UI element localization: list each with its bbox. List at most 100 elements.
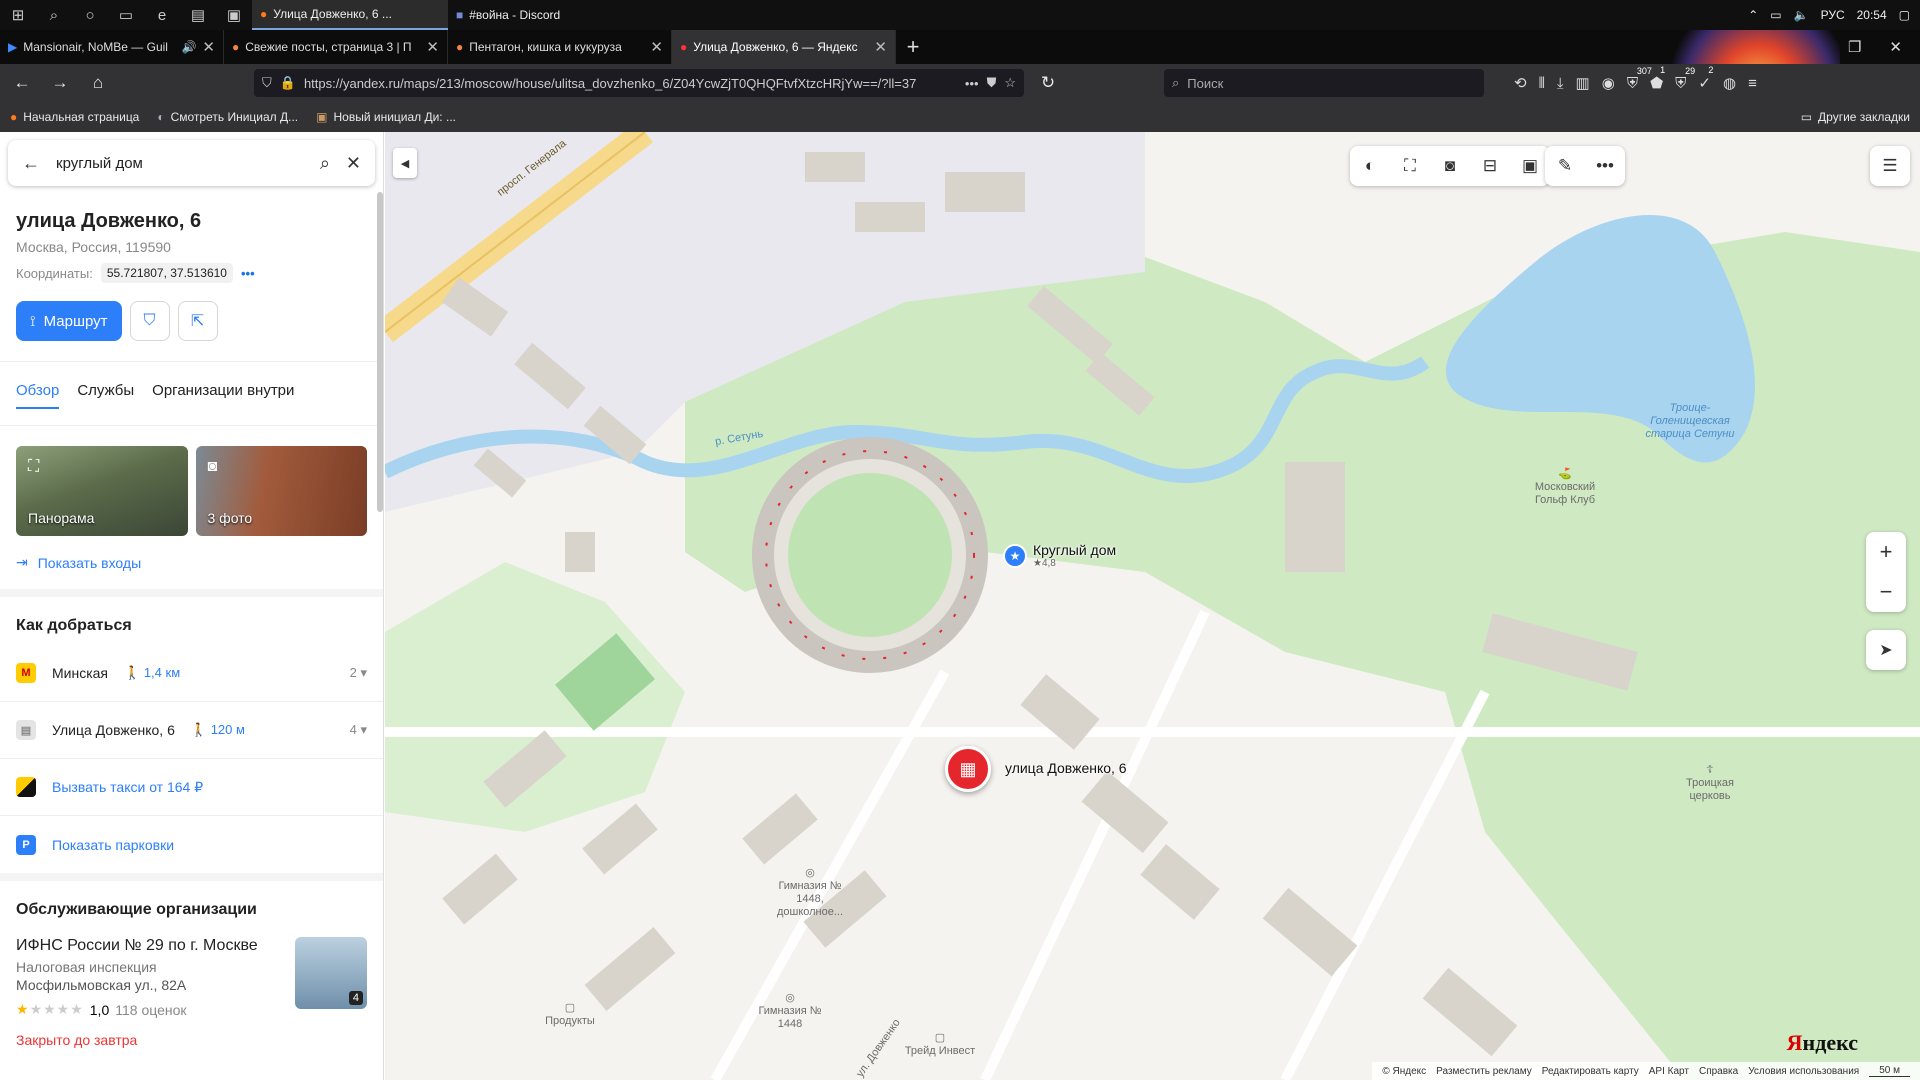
search-bar[interactable]: ⌕ Поиск [1164,69,1484,97]
close-icon[interactable]: ✕ [346,153,361,174]
downloads-icon[interactable]: ⤓ [1557,75,1564,92]
bookmark-button[interactable]: ⛉ [129,301,170,341]
search-icon[interactable]: ⌕ [36,0,72,30]
forward-icon[interactable]: → [46,69,74,97]
lock-icon[interactable]: 🔒 [280,75,296,91]
selected-building-pin[interactable]: ▦ [945,746,991,792]
route-metro[interactable]: M Минская 🚶 1,4 км 2 ▾ [0,645,383,702]
route-bus[interactable]: ▤ Улица Довженко, 6 🚶 120 м 4 ▾ [0,702,383,759]
search-icon[interactable]: ⌕ [320,153,330,174]
zoom-in-button[interactable]: + [1866,532,1906,572]
traffic-icon[interactable]: ▣ [1510,146,1550,186]
browser-tab-active[interactable]: ● Улица Довженко, 6 — Яндекс ✕ [672,30,896,64]
transport-icon[interactable]: ⊟ [1470,146,1510,186]
new-tab-button[interactable]: + [896,34,930,60]
more-icon[interactable]: ••• [241,266,255,281]
close-tab-icon[interactable]: ✕ [426,38,439,56]
bookmark-star-icon[interactable]: ☆ [1004,75,1016,91]
language-indicator[interactable]: РУС [1821,8,1845,22]
chevron-up-icon[interactable]: ⌃ [1748,8,1758,22]
audio-icon[interactable]: 🔊 [181,40,196,54]
explorer-icon[interactable]: ▤ [180,0,216,30]
footer-ads[interactable]: Разместить рекламу [1436,1066,1532,1077]
org-name[interactable]: ИФНС России № 29 по г. Москве [16,937,283,955]
route-button[interactable]: ⟟ Маршрут [16,301,122,341]
bookmark-item[interactable]: ● Начальная страница [10,110,139,124]
favorite-star-icon[interactable]: ★ [1003,544,1027,568]
taxi-link[interactable]: Вызвать такси от 164 ₽ [52,779,203,796]
other-bookmarks[interactable]: ▭ Другие закладки [1801,110,1910,124]
yandex-logo[interactable]: Яндекс [1787,1030,1858,1056]
clock[interactable]: 20:54 [1857,8,1887,22]
geolocation-button[interactable]: ➤ [1866,630,1906,670]
cortana-icon[interactable]: ○ [72,0,108,30]
extension-icon[interactable]: ◍ [1723,74,1736,92]
parking-row[interactable]: P Показать парковки [0,816,383,873]
browser-tab[interactable]: ● Пентагон, кишка и кукуруза ✕ [448,30,672,64]
url-bar[interactable]: ⛉ 🔒 https://yandex.ru/maps/213/moscow/ho… [254,69,1024,97]
taxi-row[interactable]: Вызвать такси от 164 ₽ [0,759,383,816]
collapse-sidebar-button[interactable]: ◀ [393,148,417,178]
windows-start-icon[interactable]: ⊞ [0,0,36,30]
taskbar-window-firefox[interactable]: ● Улица Довженко, 6 ... [252,0,448,30]
show-entrances-link[interactable]: ⇥ Показать входы [0,536,383,597]
close-tab-icon[interactable]: ✕ [874,38,887,56]
task-view-icon[interactable]: ▭ [108,0,144,30]
library-icon[interactable]: ⫴ [1539,75,1545,92]
footer-terms[interactable]: Условия использования [1748,1066,1859,1077]
browser-tab[interactable]: ● Свежие посты, страница 3 | П ✕ [224,30,448,64]
close-tab-icon[interactable]: ✕ [202,38,215,56]
zoom-out-button[interactable]: − [1866,572,1906,612]
tab-overview[interactable]: Обзор [16,382,60,409]
scrollbar[interactable] [377,192,383,512]
account-icon[interactable]: ◉ [1602,74,1615,92]
org-photo[interactable]: 4 [295,937,367,1009]
footer-api[interactable]: API Карт [1649,1066,1689,1077]
notifications-icon[interactable]: ▢ [1899,8,1910,22]
extension-ublock-icon[interactable]: ⛨ 307 [1627,65,1654,92]
organization-card[interactable]: ИФНС России № 29 по г. Москве Налоговая … [0,937,383,1018]
back-icon[interactable]: ← [8,69,36,97]
extension-icon[interactable]: ✓ 2 [1698,65,1716,92]
menu-icon[interactable]: ≡ [1748,75,1757,92]
poi-round-house[interactable]: Круглый дом ★4,8 [1033,542,1116,569]
bookmark-item[interactable]: ▣ Новый инициал Ди: ... [316,110,456,124]
extension-icon[interactable]: ⬟ 1 [1650,65,1668,92]
map-canvas[interactable]: просп. Генерала р. Сетунь Троице-Голенищ… [385,132,1920,1080]
footer-copyright[interactable]: © Яндекс [1382,1066,1426,1077]
photos-tile[interactable]: ◙ 3 фото [195,446,367,536]
close-window-icon[interactable]: ✕ [1889,38,1902,56]
network-icon[interactable]: ▭ [1770,8,1781,22]
share-button[interactable]: ⇱ [177,301,218,341]
parking-link[interactable]: Показать парковки [52,837,174,853]
map-search-box[interactable]: ← круглый дом ⌕ ✕ [8,140,375,186]
layers-icon[interactable]: ◐ [1350,146,1390,186]
rating-count[interactable]: 118 оценок [115,1002,186,1018]
back-arrow-icon[interactable]: ← [22,153,40,174]
footer-edit[interactable]: Редактировать карту [1542,1066,1639,1077]
coords-value[interactable]: 55.721807, 37.513610 [100,263,233,283]
store-icon[interactable]: ▣ [216,0,252,30]
restore-icon[interactable]: ❐ [1848,38,1861,56]
sidebar-icon[interactable]: ▥ [1576,74,1590,92]
taskbar-window-discord[interactable]: ■ #война - Discord [448,0,644,30]
reload-icon[interactable]: ↻ [1034,69,1062,97]
more-tools-icon[interactable]: ••• [1585,146,1625,186]
pocket-icon[interactable]: ⛊ [987,75,997,91]
browser-tab[interactable]: ▶ Mansionair, NoMBe — Guil 🔊 ✕ [0,30,224,64]
footer-help[interactable]: Справка [1699,1066,1738,1077]
panorama-tile[interactable]: ⛶ Панорама [16,446,188,536]
hamburger-menu-icon[interactable]: ☰ [1870,146,1910,186]
close-tab-icon[interactable]: ✕ [650,38,663,56]
extension-icon[interactable]: ⛨ 29 [1675,65,1698,92]
minimize-icon[interactable]: — [1805,39,1820,56]
tab-organizations[interactable]: Организации внутри [152,382,294,399]
volume-icon[interactable]: 🔈 [1794,8,1809,22]
bookmark-item[interactable]: ◐ Смотреть Инициал Д... [157,110,298,124]
url-text[interactable]: https://yandex.ru/maps/213/moscow/house/… [304,76,957,91]
page-actions-icon[interactable]: ••• [965,76,979,91]
ruler-icon[interactable]: ✎ [1545,146,1585,186]
search-input[interactable]: круглый дом [56,155,304,172]
home-icon[interactable]: ⌂ [84,69,112,97]
shield-icon[interactable]: ⛉ [262,75,272,91]
